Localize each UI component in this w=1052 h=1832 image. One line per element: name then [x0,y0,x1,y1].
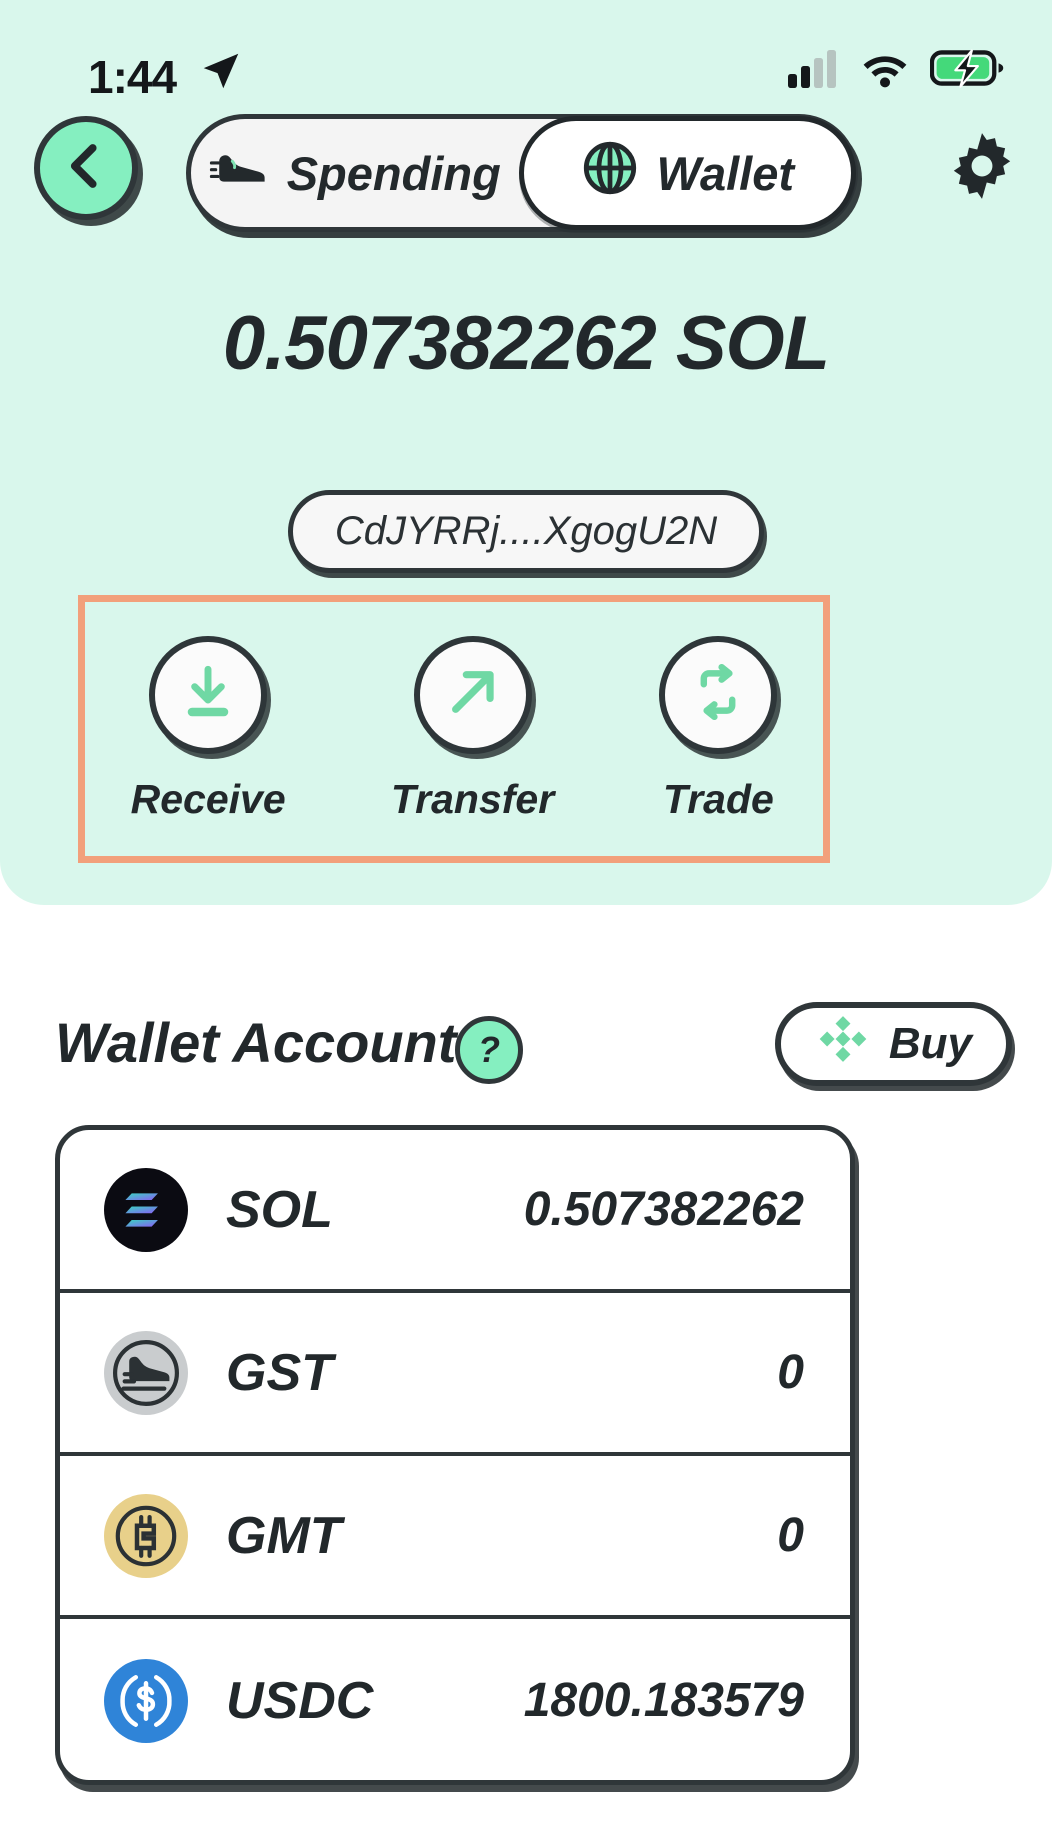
table-row[interactable]: GMT 0 [60,1456,850,1619]
trade-label: Trade [662,775,774,822]
wallet-balance: 0.507382262 SOL [222,301,830,386]
trade-button-circle [659,635,778,754]
tab-wallet-label: Wallet [656,146,795,200]
table-row[interactable]: GST 0 [60,1293,850,1456]
token-symbol: GMT [226,1506,342,1565]
app-header: Spending Wallet [0,110,1052,232]
binance-diamond-icon [815,1011,871,1078]
receive-button-circle [149,635,268,754]
back-button[interactable] [34,116,138,220]
status-time: 1:44 [88,51,177,103]
mode-segmented-control[interactable]: Spending Wallet [186,114,858,232]
page-title: Wallet Account [55,1011,457,1074]
usdc-dollar-logo-icon [104,1658,188,1743]
token-list-card: SOL 0.507382262 GST 0 GMT 0 USDC 1800.18… [55,1125,855,1785]
transfer-button-circle [413,635,532,754]
table-row[interactable]: USDC 1800.183579 [60,1619,850,1780]
buy-button[interactable]: Buy [774,1002,1012,1086]
battery-charging-icon [930,49,1004,88]
settings-button[interactable] [942,128,1022,208]
gmt-coin-logo-icon [104,1493,188,1578]
token-symbol: SOL [226,1180,333,1239]
chevron-left-icon [59,139,113,198]
swap-arrows-icon [687,661,749,728]
wallet-address-container: CdJYRRj....XgogU2N [0,490,1052,573]
wifi-icon [863,56,907,88]
receive-label: Receive [130,775,286,822]
token-amount: 0 [777,1346,804,1399]
location-arrow-icon [198,48,244,99]
token-amount: 0 [777,1509,804,1562]
tab-spending[interactable]: Spending [191,119,519,227]
transfer-button[interactable]: Transfer [390,635,555,823]
tab-spending-label: Spending [286,146,501,200]
gear-icon [944,128,1020,209]
arrow-up-right-icon [441,660,505,729]
token-symbol: USDC [226,1671,374,1730]
buy-button-label: Buy [888,1019,972,1068]
help-badge[interactable]: ? [455,1016,523,1084]
token-amount: 1800.183579 [523,1674,804,1727]
token-amount: 0.507382262 [523,1183,804,1236]
wallet-address-pill[interactable]: CdJYRRj....XgogU2N [287,490,765,573]
status-bar: 1:44 [0,22,1052,103]
solana-logo-icon [104,1167,188,1252]
globe-icon [580,138,640,209]
status-indicators [788,48,1004,88]
download-arrow-icon [176,660,240,729]
tab-wallet[interactable]: Wallet [518,116,856,230]
gst-sneaker-logo-icon [104,1330,188,1415]
cellular-signal-icon [788,50,836,88]
table-row[interactable]: SOL 0.507382262 [60,1130,850,1293]
token-symbol: GST [226,1343,333,1402]
wallet-account-header: Wallet Account ? Buy [0,1000,1052,1110]
transfer-label: Transfer [390,775,555,822]
sneaker-icon [209,145,271,202]
trade-button[interactable]: Trade [659,635,778,823]
wallet-actions-row: Receive Transfer Trade [78,595,830,863]
receive-button[interactable]: Receive [130,635,286,823]
